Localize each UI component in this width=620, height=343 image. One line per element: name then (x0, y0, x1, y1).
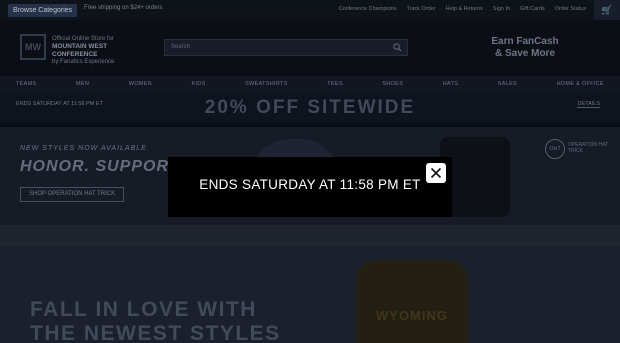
close-icon[interactable] (426, 163, 446, 183)
modal-message: ENDS SATURDAY AT 11:58 PM ET (199, 177, 421, 192)
promo-modal: ENDS SATURDAY AT 11:58 PM ET (168, 157, 452, 217)
